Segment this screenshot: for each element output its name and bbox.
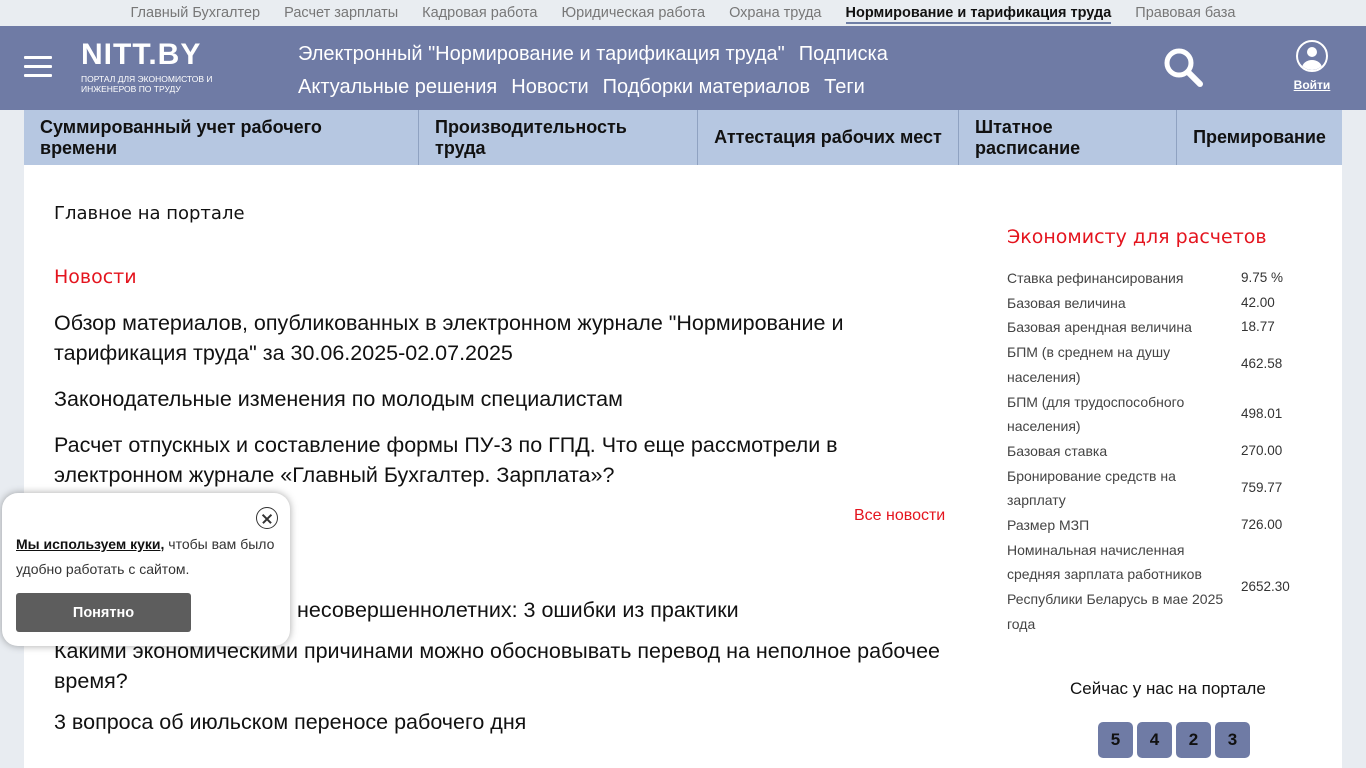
rate-value: 9.75 % xyxy=(1241,270,1284,285)
nav-item-journal[interactable]: Электронный "Нормирование и тарификация … xyxy=(298,38,785,71)
rate-value: 42.00 xyxy=(1241,294,1275,310)
close-icon[interactable] xyxy=(256,507,278,529)
main-content: Главное на портале Новости Обзор материа… xyxy=(24,165,1342,768)
economist-rates-title: Экономисту для расчетов xyxy=(1007,226,1267,248)
login-label: Войти xyxy=(1293,78,1331,92)
rate-label: БПМ (для трудоспособного населения) xyxy=(1007,393,1185,435)
rate-label: Номинальная начисленная средняя зарплата… xyxy=(1007,541,1224,632)
news-item[interactable]: Расчет отпускных и составление формы ПУ-… xyxy=(54,430,934,490)
table-row: Базовая величина 42.00 xyxy=(1007,291,1307,316)
table-row: Базовая арендная величина 18.77 xyxy=(1007,315,1307,340)
top-link-glavbuh[interactable]: Главный Бухгалтер xyxy=(131,4,261,22)
table-row: БПМ (в среднем на душу населения) 462.58 xyxy=(1007,340,1307,389)
category-tabs: Суммированный учет рабочего времени Прои… xyxy=(24,110,1342,165)
online-counter: 5 4 2 3 xyxy=(1098,722,1254,758)
news-item[interactable]: Обзор материалов, опубликованных в элект… xyxy=(54,308,934,368)
nav-item-news[interactable]: Новости xyxy=(511,71,588,104)
rate-value: 462.58 xyxy=(1241,356,1283,372)
nav-item-tags[interactable]: Теги xyxy=(824,71,865,104)
online-now-title: Сейчас у нас на портале xyxy=(1070,679,1266,698)
top-link-law-base[interactable]: Правовая база xyxy=(1135,4,1235,22)
all-news-link[interactable]: Все новости xyxy=(854,507,945,525)
table-row: Номинальная начисленная средняя зарплата… xyxy=(1007,538,1307,637)
logo-title: NITT.BY xyxy=(81,38,202,71)
site-header: NITT.BY ПОРТАЛ ДЛЯ ЭКОНОМИСТОВ И ИНЖЕНЕР… xyxy=(0,26,1366,110)
table-row: Бронирование средств на зарплату 759.77 xyxy=(1007,464,1307,513)
nav-item-solutions[interactable]: Актуальные решения xyxy=(298,71,497,104)
rate-value: 2652.30 xyxy=(1241,578,1290,594)
menu-icon[interactable] xyxy=(24,56,52,78)
cookie-message: Мы используем куки, чтобы вам было удобн… xyxy=(16,532,276,581)
counter-digit: 2 xyxy=(1176,722,1211,758)
top-link-hr[interactable]: Кадровая работа xyxy=(422,4,537,22)
rate-value: 498.01 xyxy=(1241,405,1283,421)
news-list: Обзор материалов, опубликованных в элект… xyxy=(54,308,934,506)
login-button[interactable]: Войти xyxy=(1292,40,1332,92)
rate-value: 726.00 xyxy=(1241,517,1283,533)
rate-label: Базовая величина xyxy=(1007,294,1126,311)
category-summed-time[interactable]: Суммированный учет рабочего времени xyxy=(24,110,419,165)
news-heading[interactable]: Новости xyxy=(54,266,137,288)
site-logo[interactable]: NITT.BY ПОРТАЛ ДЛЯ ЭКОНОМИСТОВ И ИНЖЕНЕР… xyxy=(81,38,221,95)
rate-value: 270.00 xyxy=(1241,442,1283,458)
rate-label: Базовая арендная величина xyxy=(1007,319,1192,336)
top-link-salary[interactable]: Расчет зарплаты xyxy=(284,4,398,22)
user-icon xyxy=(1296,40,1328,72)
economist-rates-table: Ставка рефинансирования 9.75 % Базовая ве… xyxy=(1007,266,1307,637)
rate-label: Бронирование средств на зарплату xyxy=(1007,467,1176,509)
search-icon[interactable] xyxy=(1162,46,1204,88)
table-row: БПМ (для трудоспособного населения) 498.0… xyxy=(1007,390,1307,439)
news-item[interactable]: Законодательные изменения по молодым спе… xyxy=(54,384,934,414)
news-item[interactable]: 3 вопроса об июльском переносе рабочего … xyxy=(54,707,954,737)
top-link-normirovanie[interactable]: Нормирование и тарификация труда xyxy=(845,4,1112,24)
main-nav: Электронный "Нормирование и тарификация … xyxy=(298,38,978,104)
top-link-safety[interactable]: Охрана труда xyxy=(729,4,821,22)
table-row: Размер МЗП 726.00 xyxy=(1007,513,1307,538)
top-links-bar: Главный Бухгалтер Расчет зарплаты Кадров… xyxy=(0,0,1366,26)
table-row: Базовая ставка 270.00 xyxy=(1007,439,1307,464)
accept-cookies-button[interactable]: Понятно xyxy=(16,593,191,632)
counter-digit: 5 xyxy=(1098,722,1133,758)
cookie-policy-link[interactable]: Мы используем куки, xyxy=(16,536,164,552)
cookie-banner: Мы используем куки, чтобы вам было удобн… xyxy=(2,493,290,646)
nav-item-subscription[interactable]: Подписка xyxy=(799,38,888,71)
counter-digit: 4 xyxy=(1137,722,1172,758)
logo-subtitle: ПОРТАЛ ДЛЯ ЭКОНОМИСТОВ И ИНЖЕНЕРОВ ПО ТР… xyxy=(81,74,213,94)
section-title: Главное на портале xyxy=(54,203,245,224)
rate-label: Ставка рефинансирования xyxy=(1007,270,1184,286)
rate-value: 759.77 xyxy=(1241,479,1283,495)
rate-label: Размер МЗП xyxy=(1007,517,1090,534)
rate-label: Базовая ставка xyxy=(1007,442,1108,459)
category-productivity[interactable]: Производительность труда xyxy=(419,110,698,165)
top-link-legal[interactable]: Юридическая работа xyxy=(561,4,705,22)
table-row: Ставка рефинансирования 9.75 % xyxy=(1007,266,1307,291)
rate-value: 18.77 xyxy=(1241,319,1275,335)
category-bonuses[interactable]: Премирование xyxy=(1177,110,1342,165)
category-staff-schedule[interactable]: Штатное расписание xyxy=(959,110,1177,165)
counter-digit: 3 xyxy=(1215,722,1250,758)
nav-item-collections[interactable]: Подборки материалов xyxy=(603,71,810,104)
rate-label: БПМ (в среднем на душу населения) xyxy=(1007,344,1171,385)
category-attestation[interactable]: Аттестация рабочих мест xyxy=(698,110,959,165)
